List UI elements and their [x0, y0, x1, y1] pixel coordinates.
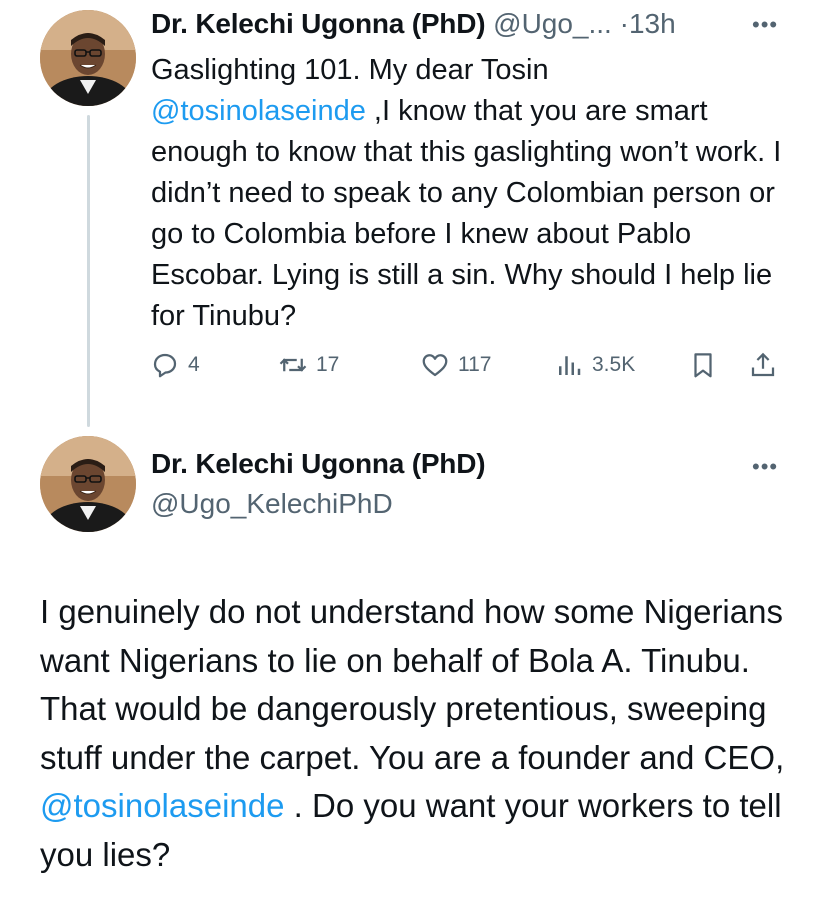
thread-connector-line [87, 115, 90, 427]
profile-photo [40, 10, 136, 106]
reply-icon [153, 353, 177, 378]
more-options-button[interactable]: ••• [752, 14, 778, 36]
reply-button[interactable]: 4 [150, 350, 200, 380]
bookmark-button[interactable] [688, 350, 726, 380]
timestamp[interactable]: 13h [629, 8, 676, 39]
analytics-icon [559, 356, 581, 375]
share-button[interactable] [748, 350, 786, 380]
author-handle[interactable]: @Ugo_KelechiPhD [151, 488, 393, 520]
reply-tweet-header: Dr. Kelechi Ugonna (PhD) @Ugo_... ·13h [151, 8, 676, 40]
bookmark-icon [694, 353, 712, 378]
heart-icon [422, 354, 448, 377]
tweet-text-part: Gaslighting 101. My dear Tosin [151, 54, 549, 86]
mention-link[interactable]: @tosinolaseinde [40, 787, 285, 824]
avatar[interactable] [40, 10, 136, 106]
more-horizontal-icon: ••• [752, 454, 779, 479]
avatar[interactable] [40, 436, 136, 532]
author-name[interactable]: Dr. Kelechi Ugonna (PhD) [151, 8, 486, 39]
reply-count: 4 [188, 353, 200, 376]
mention-link[interactable]: @tosinolaseinde [151, 95, 366, 127]
tweet-text-part: ,I know that you are smart enough to kno… [151, 95, 782, 332]
tweet-action-bar: 4 17 117 3.5K [150, 350, 790, 390]
reply-tweet-text: Gaslighting 101. My dear Tosin @tosinola… [151, 50, 801, 337]
repost-icon [279, 358, 307, 372]
view-count: 3.5K [592, 353, 636, 376]
main-tweet-text: I genuinely do not understand how some N… [40, 588, 810, 879]
like-button[interactable]: 117 [420, 350, 491, 380]
profile-photo [40, 436, 136, 532]
repost-count: 17 [316, 353, 340, 376]
separator-dot: · [619, 8, 629, 39]
share-icon [751, 352, 775, 377]
more-horizontal-icon: ••• [752, 12, 779, 37]
views-button[interactable]: 3.5K [554, 350, 635, 380]
like-count: 117 [458, 353, 492, 376]
author-name[interactable]: Dr. Kelechi Ugonna (PhD) [151, 448, 486, 480]
tweet-text-part: I genuinely do not understand how some N… [40, 593, 785, 776]
author-handle[interactable]: @Ugo_... [493, 8, 612, 39]
more-options-button[interactable]: ••• [752, 456, 778, 478]
repost-button[interactable]: 17 [278, 350, 339, 380]
